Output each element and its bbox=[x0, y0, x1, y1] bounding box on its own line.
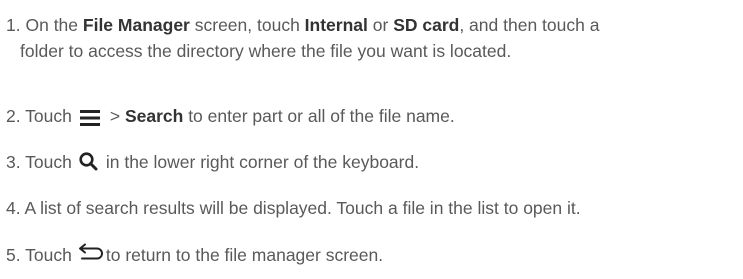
step-1-line-2: folder to access the directory where the… bbox=[20, 41, 512, 61]
step-3-number: 3. bbox=[6, 152, 21, 172]
step-3-text-a: Touch bbox=[25, 152, 72, 172]
back-icon bbox=[78, 242, 104, 260]
step-2-search: Search bbox=[124, 106, 184, 126]
step-1-text-a: On the bbox=[25, 15, 83, 35]
step-4-number: 4. bbox=[6, 198, 21, 218]
search-icon bbox=[78, 151, 98, 171]
step-2: 2. Touch > Search to enter part or all of… bbox=[6, 103, 455, 129]
step-1-file-manager: File Manager bbox=[82, 15, 190, 35]
step-5-text-a: Touch bbox=[25, 245, 72, 265]
step-4-text: A list of search results will be display… bbox=[24, 198, 581, 218]
instructions-document: 1. On the File Manager screen, touch Int… bbox=[0, 0, 743, 279]
step-5: 5. Touch to return to the file manager sc… bbox=[6, 242, 383, 268]
step-1-number: 1. bbox=[6, 15, 21, 35]
step-2-number: 2. bbox=[6, 106, 21, 126]
step-2-text-a: Touch bbox=[25, 106, 72, 126]
step-1-sd-card: SD card bbox=[393, 15, 460, 35]
step-3-text-b: in the lower right corner of the keyboar… bbox=[105, 152, 420, 172]
menu-icon bbox=[79, 107, 100, 127]
step-5-text-b: to return to the file manager screen. bbox=[105, 245, 384, 265]
step-1-internal: Internal bbox=[304, 15, 368, 35]
step-1: 1. On the File Manager screen, touch Int… bbox=[6, 12, 599, 64]
step-5-number: 5. bbox=[6, 245, 21, 265]
step-2-text-b: > bbox=[109, 106, 125, 126]
step-1-text-d: , and then touch a bbox=[459, 15, 600, 35]
step-2-text-c: to enter part or all of the file name. bbox=[183, 106, 455, 126]
step-3: 3. Touch in the lower right corner of the… bbox=[6, 149, 419, 175]
step-1-text-c: or bbox=[367, 15, 394, 35]
step-1-text-b: screen, touch bbox=[189, 15, 305, 35]
step-4: 4. A list of search results will be disp… bbox=[6, 195, 581, 221]
